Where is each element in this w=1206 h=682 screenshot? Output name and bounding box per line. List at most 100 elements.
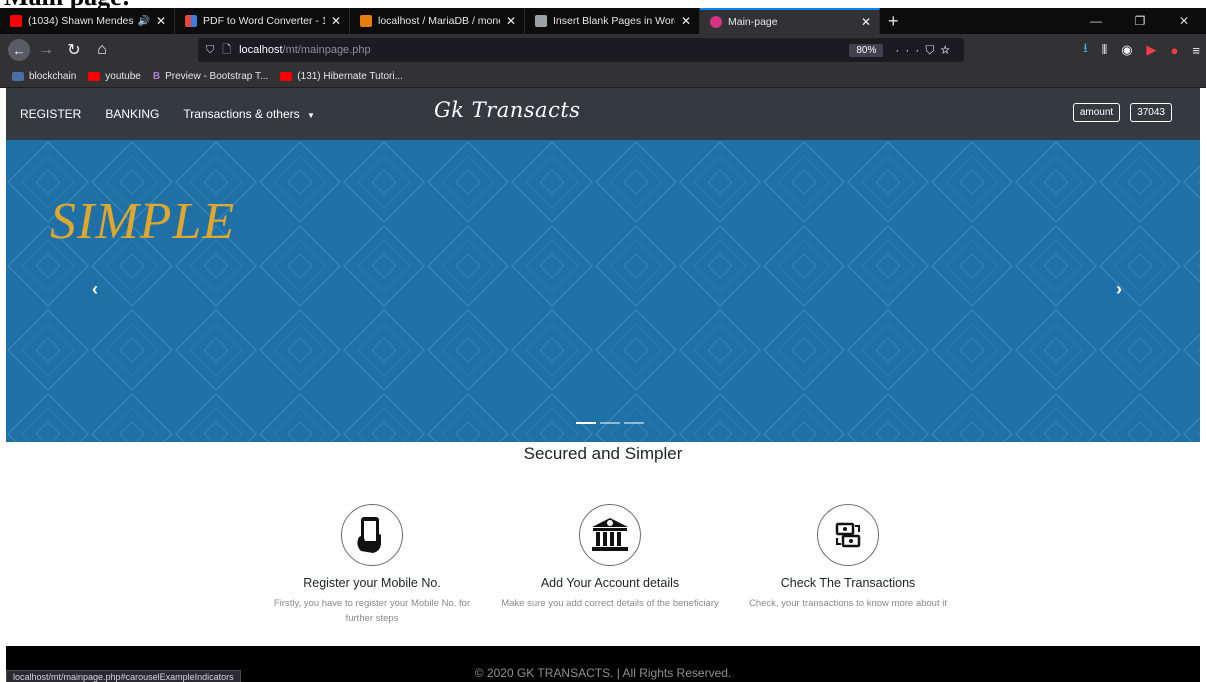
- browser-status-url: localhost/mt/mainpage.php#carouselExampl…: [6, 670, 241, 682]
- feature-description: Firstly, you have to register your Mobil…: [273, 598, 471, 624]
- bootstrap-favicon-icon: B: [152, 71, 161, 82]
- browser-toolbar: ← → ↻ ⌂ ⛉ 🗋 localhost/mt/mainpage.php 80…: [0, 34, 1206, 66]
- tab-pdf-converter[interactable]: PDF to Word Converter - 100% ✕: [175, 8, 350, 34]
- close-icon[interactable]: ✕: [331, 14, 341, 28]
- money-exchange-icon: [835, 522, 861, 548]
- bookmark-blockchain[interactable]: blockchain: [12, 71, 76, 82]
- speaker-icon[interactable]: 🔊: [137, 16, 149, 27]
- library-icon[interactable]: ⫴: [1102, 42, 1107, 58]
- home-icon[interactable]: ⌂: [90, 41, 114, 59]
- feature-description: Check, your transactions to know more ab…: [748, 598, 947, 609]
- page-icon[interactable]: 🗋: [222, 41, 231, 60]
- feature-check-transactions: Check The Transactions Check, your trans…: [738, 504, 958, 611]
- bank-icon: [592, 518, 628, 551]
- amount-value-badge: 37043: [1130, 103, 1172, 122]
- tab-title: localhost / MariaDB / money_t: [378, 15, 500, 27]
- carousel-indicators: [576, 422, 644, 424]
- tab-youtube[interactable]: (1034) Shawn Mendes - Tre 🔊 ✕: [0, 8, 175, 34]
- phpmyadmin-favicon-icon: [360, 15, 372, 27]
- carousel-indicator[interactable]: [576, 422, 596, 424]
- feature-icon-circle: [817, 504, 879, 566]
- section-tagline: Secured and Simpler: [523, 444, 683, 463]
- forward-icon[interactable]: →: [34, 41, 58, 59]
- pdf-favicon-icon: [185, 15, 197, 27]
- page-actions[interactable]: ···⛉☆: [895, 43, 956, 58]
- tab-phpmyadmin[interactable]: localhost / MariaDB / money_t ✕: [350, 8, 525, 34]
- navbar-right: amount 37043: [1072, 103, 1172, 122]
- close-icon[interactable]: ✕: [156, 14, 166, 28]
- tab-main-page[interactable]: Main-page ✕: [700, 8, 880, 34]
- youtube-favicon-icon: [10, 15, 22, 27]
- globe-favicon-icon: [535, 15, 547, 27]
- download-icon[interactable]: ⭳: [1083, 39, 1088, 61]
- feature-icon-circle: [579, 504, 641, 566]
- nav-transactions-dropdown[interactable]: Transactions & others ▼: [183, 107, 315, 121]
- bookmark-bootstrap[interactable]: B Preview - Bootstrap T...: [153, 71, 268, 82]
- bookmark-label: (131) Hibernate Tutori...: [297, 71, 403, 82]
- pocket-icon[interactable]: ⛉: [925, 43, 940, 57]
- feature-title: Check The Transactions: [780, 576, 916, 590]
- tab-title: (1034) Shawn Mendes - Tre: [28, 15, 134, 27]
- url-host: localhost: [239, 44, 283, 56]
- feature-title: Add Your Account details: [540, 576, 680, 590]
- nav-transactions-label: Transactions & others: [183, 107, 300, 121]
- cropped-document-heading: Main page:: [0, 0, 130, 8]
- close-icon[interactable]: ✕: [506, 14, 516, 28]
- feature-icon-circle: [341, 504, 403, 566]
- zoom-indicator[interactable]: 80%: [849, 43, 884, 57]
- nav-register-link[interactable]: REGISTER: [20, 107, 81, 121]
- nav-banking-link[interactable]: BANKING: [105, 107, 159, 121]
- bookmark-label: youtube: [105, 71, 141, 82]
- bookmark-star-icon[interactable]: ☆: [940, 43, 956, 57]
- hero-carousel: SIMPLE ‹ ›: [6, 140, 1200, 442]
- carousel-prev-icon[interactable]: ‹: [92, 279, 98, 300]
- bookmark-youtube[interactable]: youtube: [88, 71, 141, 82]
- carousel-background-pattern: [6, 140, 1200, 442]
- tab-title: Main-page: [728, 16, 778, 28]
- carousel-next-icon[interactable]: ›: [1116, 279, 1122, 300]
- tab-title: Insert Blank Pages in Word 201: [553, 15, 675, 27]
- amount-button[interactable]: amount: [1072, 103, 1121, 122]
- window-controls: — ❐ ✕: [1074, 8, 1206, 34]
- carousel-indicator[interactable]: [624, 422, 644, 424]
- bookmark-hibernate[interactable]: (131) Hibernate Tutori...: [280, 71, 403, 82]
- close-icon[interactable]: ✕: [681, 14, 691, 28]
- carousel-slide-heading: SIMPLE: [50, 193, 236, 250]
- youtube-favicon-icon: [280, 72, 293, 81]
- caret-down-icon: ▼: [306, 111, 315, 120]
- mobile-hand-icon: [357, 517, 381, 553]
- account-icon[interactable]: ◉: [1121, 42, 1132, 58]
- bookmark-label: blockchain: [29, 71, 77, 82]
- shield-icon[interactable]: ⛉: [206, 44, 214, 57]
- back-icon[interactable]: ←: [8, 39, 30, 61]
- carousel-indicator[interactable]: [600, 422, 620, 424]
- more-actions-icon[interactable]: ···: [895, 43, 925, 57]
- toolbar-right-icons: ⭳ ⫴ ◉ ▶ ● ≡: [1083, 34, 1200, 66]
- site-favicon-icon: [710, 16, 722, 28]
- site-navbar: REGISTER BANKING Transactions & others ▼…: [6, 88, 1200, 140]
- feature-account-details: Add Your Account details Make sure you a…: [500, 504, 720, 611]
- footer-copyright: © 2020 GK TRANSACTS. | All Rights Reserv…: [474, 666, 732, 680]
- minimize-icon[interactable]: —: [1074, 14, 1118, 28]
- bookmarks-bar: blockchain youtube B Preview - Bootstrap…: [0, 66, 1206, 88]
- feature-description: Make sure you add correct details of the…: [501, 598, 719, 609]
- feature-register-mobile: Register your Mobile No. Firstly, you ha…: [262, 504, 482, 626]
- new-tab-button[interactable]: +: [880, 8, 907, 34]
- reload-icon[interactable]: ↻: [62, 40, 86, 60]
- menu-icon[interactable]: ≡: [1192, 43, 1200, 58]
- bookmark-label: Preview - Bootstrap T...: [165, 71, 269, 82]
- url-path: /mt/mainpage.php: [282, 44, 371, 56]
- close-window-icon[interactable]: ✕: [1162, 14, 1206, 28]
- youtube-extension-icon[interactable]: ▶: [1147, 42, 1157, 58]
- tab-word-blank-pages[interactable]: Insert Blank Pages in Word 201 ✕: [525, 8, 700, 34]
- brand-logo[interactable]: Gk Transacts: [434, 98, 581, 122]
- url-bar[interactable]: ⛉ 🗋 localhost/mt/mainpage.php 80% ···⛉☆: [198, 38, 964, 62]
- browser-tab-bar: (1034) Shawn Mendes - Tre 🔊 ✕ PDF to Wor…: [0, 8, 1206, 34]
- feature-title: Register your Mobile No.: [303, 576, 441, 590]
- tab-title: PDF to Word Converter - 100%: [203, 15, 325, 27]
- extension-icon[interactable]: ●: [1171, 43, 1179, 58]
- close-icon[interactable]: ✕: [861, 15, 871, 29]
- blockchain-favicon-icon: [12, 72, 24, 81]
- youtube-favicon-icon: [88, 72, 101, 81]
- restore-icon[interactable]: ❐: [1118, 14, 1162, 28]
